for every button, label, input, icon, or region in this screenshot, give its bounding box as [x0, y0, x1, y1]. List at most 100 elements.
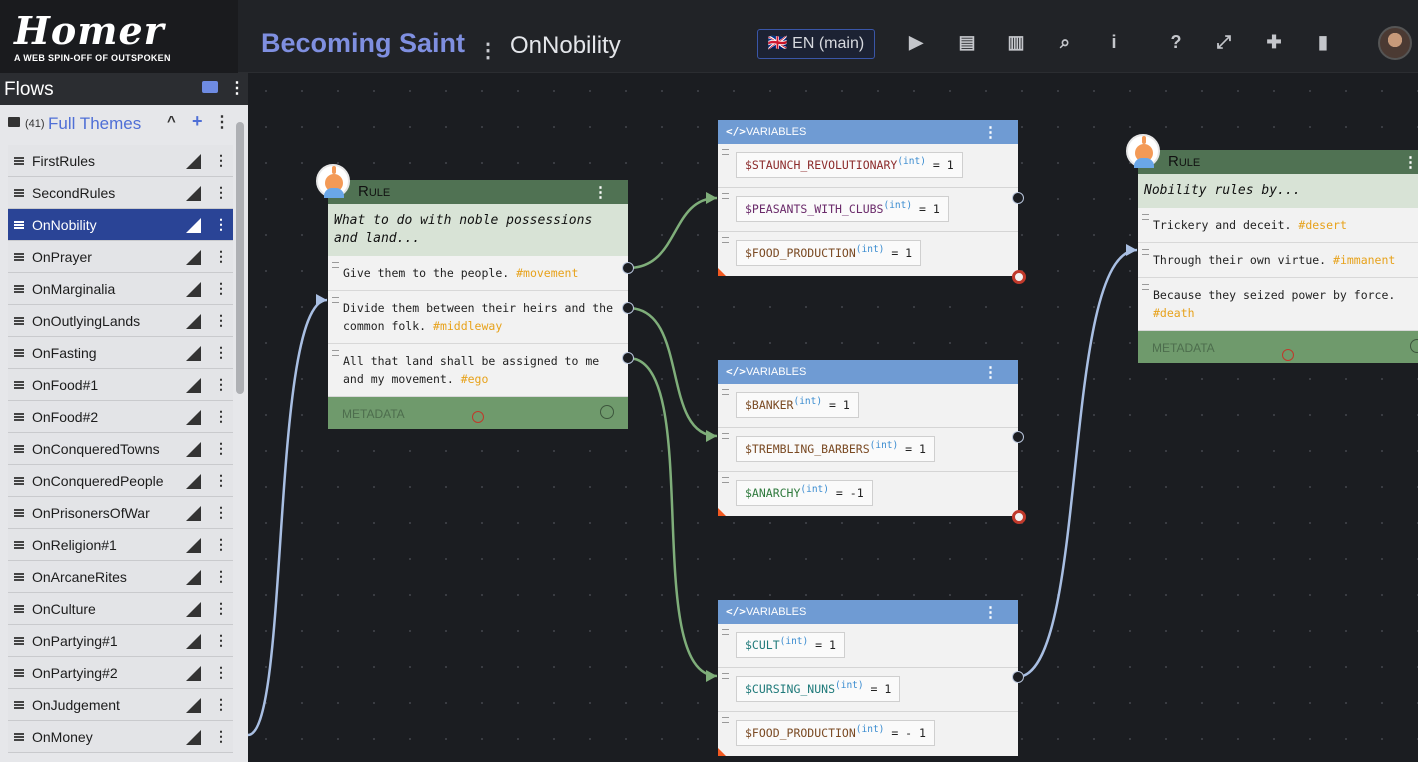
variable-assignment[interactable]: $FOOD_PRODUCTION(int) = 1 — [736, 240, 922, 266]
kebab-menu-icon[interactable]: ⋮ — [214, 472, 228, 489]
drag-handle-icon[interactable] — [722, 237, 729, 243]
kebab-menu-icon[interactable]: ⋮ — [214, 440, 228, 457]
variable-assignment[interactable]: $CURSING_NUNS(int) = 1 — [736, 676, 901, 702]
rule-node-header[interactable]: Rule ⋮ — [1126, 134, 1418, 174]
variable-assignment[interactable]: $STAUNCH_REVOLUTIONARY(int) = 1 — [736, 152, 963, 178]
drag-handle-icon[interactable] — [14, 669, 24, 677]
drag-handle-icon[interactable] — [14, 637, 24, 645]
kebab-menu-icon[interactable]: ⋮ — [214, 344, 228, 361]
drag-handle-icon[interactable] — [14, 157, 24, 165]
add-user-icon[interactable]: ✚ — [1262, 30, 1286, 54]
flows-menu-icon[interactable]: ⋮ — [229, 78, 245, 98]
map-icon[interactable]: ▥ — [1004, 30, 1028, 54]
drag-handle-icon[interactable] — [722, 629, 729, 635]
node-output-port[interactable] — [1012, 510, 1026, 524]
flow-item-secondrules[interactable]: SecondRules ⋮ — [8, 177, 233, 209]
output-port[interactable] — [1012, 431, 1024, 443]
drag-handle-icon[interactable] — [1142, 284, 1149, 290]
variable-assignment[interactable]: $TREMBLING_BARBERS(int) = 1 — [736, 436, 935, 462]
output-port[interactable] — [1012, 192, 1024, 204]
folder-full-themes[interactable]: (41) Full Themes ^ + ⋮ — [0, 105, 248, 145]
flow-item-onfood-1[interactable]: OnFood#1 ⋮ — [8, 369, 233, 401]
kebab-menu-icon[interactable]: ⋮ — [214, 504, 228, 521]
variable-assignment[interactable]: $BANKER(int) = 1 — [736, 392, 859, 418]
variable-row[interactable]: $BANKER(int) = 1 — [718, 384, 1018, 428]
drag-handle-icon[interactable] — [332, 262, 339, 268]
flow-item-onfood-2[interactable]: OnFood#2 ⋮ — [8, 401, 233, 433]
rule-choice[interactable]: Divide them between their heirs and the … — [328, 291, 628, 344]
flow-item-onoutlyinglands[interactable]: OnOutlyingLands ⋮ — [8, 305, 233, 337]
drag-handle-icon[interactable] — [332, 350, 339, 356]
drag-handle-icon[interactable] — [14, 573, 24, 581]
kebab-menu-icon[interactable]: ⋮ — [214, 184, 228, 201]
document-icon[interactable]: ▤ — [955, 30, 979, 54]
flow-item-onculture[interactable]: OnCulture ⋮ — [8, 593, 233, 625]
variable-assignment[interactable]: $ANARCHY(int) = -1 — [736, 480, 873, 506]
flow-item-onmoney[interactable]: OnMoney ⋮ — [8, 721, 233, 753]
play-icon[interactable]: ▶ — [904, 30, 928, 54]
language-selector-button[interactable]: 🇬🇧 EN (main) — [757, 29, 875, 59]
drag-handle-icon[interactable] — [14, 733, 24, 741]
flow-item-onarcanerites[interactable]: OnArcaneRites ⋮ — [8, 561, 233, 593]
flow-item-onmarginalia[interactable]: OnMarginalia ⋮ — [8, 273, 233, 305]
chevron-up-icon[interactable]: ^ — [167, 113, 176, 130]
user-avatar[interactable] — [1378, 26, 1412, 60]
flow-item-onpartying-2[interactable]: OnPartying#2 ⋮ — [8, 657, 233, 689]
project-title[interactable]: Becoming Saint — [261, 28, 465, 59]
kebab-menu-icon[interactable]: ⋮ — [214, 248, 228, 265]
info-icon[interactable]: i — [1102, 30, 1126, 54]
output-port[interactable] — [622, 302, 634, 314]
variables-node[interactable]: </> VARIABLES ⋮ $BANKER(int) = 1 $TREMBL… — [718, 360, 1018, 516]
resize-corner[interactable] — [718, 268, 726, 276]
flow-item-onjudgement[interactable]: OnJudgement ⋮ — [8, 689, 233, 721]
variable-row[interactable]: $FOOD_PRODUCTION(int) = - 1 — [718, 712, 1018, 756]
variable-row[interactable]: $ANARCHY(int) = -1 — [718, 472, 1018, 516]
drag-handle-icon[interactable] — [14, 189, 24, 197]
flow-item-onconqueredpeople[interactable]: OnConqueredPeople ⋮ — [8, 465, 233, 497]
kebab-menu-icon[interactable]: ⋮ — [214, 568, 228, 585]
drag-handle-icon[interactable] — [14, 445, 24, 453]
drag-handle-icon[interactable] — [332, 297, 339, 303]
drag-handle-icon[interactable] — [14, 317, 24, 325]
variable-row[interactable]: $PEASANTS_WITH_CLUBS(int) = 1 — [718, 188, 1018, 232]
rule-choice[interactable]: Give them to the people. #movement — [328, 256, 628, 291]
kebab-menu-icon[interactable]: ⋮ — [214, 280, 228, 297]
rule-choice[interactable]: Through their own virtue. #immanent — [1138, 243, 1418, 278]
variable-row[interactable]: $TREMBLING_BARBERS(int) = 1 — [718, 428, 1018, 472]
kebab-menu-icon[interactable]: ⋮ — [214, 536, 228, 553]
variable-row[interactable]: $FOOD_PRODUCTION(int) = 1 — [718, 232, 1018, 276]
flow-item-onprayer[interactable]: OnPrayer ⋮ — [8, 241, 233, 273]
rule-node-nobility-possessions[interactable]: Rule ⋮ What to do with noble possessions… — [316, 164, 628, 429]
variable-assignment[interactable]: $FOOD_PRODUCTION(int) = - 1 — [736, 720, 935, 746]
variable-assignment[interactable]: $CULT(int) = 1 — [736, 632, 845, 658]
book-icon[interactable]: ▮ — [1311, 30, 1335, 54]
smiley-icon[interactable] — [600, 405, 614, 419]
drag-handle-icon[interactable] — [722, 717, 729, 723]
kebab-menu-icon[interactable]: ⋮ — [214, 664, 228, 681]
flow-item-onnobility[interactable]: OnNobility ⋮ — [8, 209, 233, 241]
variables-header[interactable]: </> VARIABLES ⋮ — [718, 120, 1018, 144]
drag-handle-icon[interactable] — [14, 701, 24, 709]
drag-handle-icon[interactable] — [722, 433, 729, 439]
rule-node-nobility-rules[interactable]: Rule ⋮ Nobility rules by... Trickery and… — [1126, 134, 1418, 363]
drag-handle-icon[interactable] — [14, 541, 24, 549]
drag-handle-icon[interactable] — [14, 221, 24, 229]
kebab-menu-icon[interactable]: ⋮ — [214, 728, 228, 745]
sidebar-scrollbar[interactable] — [236, 122, 244, 394]
kebab-menu-icon[interactable]: ⋮ — [214, 632, 228, 649]
variables-header[interactable]: </> VARIABLES ⋮ — [718, 600, 1018, 624]
rule-question[interactable]: What to do with noble possessions and la… — [328, 204, 628, 256]
variable-row[interactable]: $CURSING_NUNS(int) = 1 — [718, 668, 1018, 712]
kebab-menu-icon[interactable]: ⋮ — [214, 376, 228, 393]
output-port[interactable] — [622, 262, 634, 274]
kebab-menu-icon[interactable]: ⋮ — [214, 312, 228, 329]
drag-handle-icon[interactable] — [14, 477, 24, 485]
variables-header[interactable]: </> VARIABLES ⋮ — [718, 360, 1018, 384]
new-folder-icon[interactable] — [202, 81, 218, 93]
kebab-menu-icon[interactable]: ⋮ — [593, 183, 608, 201]
add-flow-icon[interactable]: + — [192, 111, 203, 132]
kebab-menu-icon[interactable]: ⋮ — [983, 603, 998, 621]
node-output-port[interactable] — [1282, 349, 1294, 361]
folder-menu-icon[interactable]: ⋮ — [214, 112, 230, 132]
variables-node[interactable]: </> VARIABLES ⋮ $STAUNCH_REVOLUTIONARY(i… — [718, 120, 1018, 276]
